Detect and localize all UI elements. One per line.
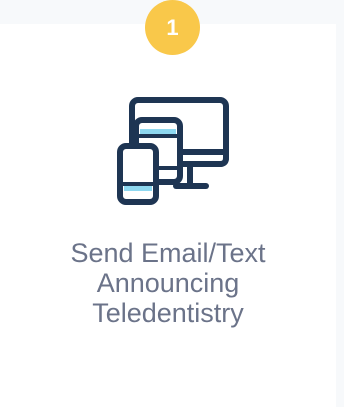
step-title-line-2: Announcing <box>96 268 240 298</box>
devices-icon <box>102 92 242 216</box>
step-number-badge: 1 <box>145 0 200 55</box>
step-title-line-1: Send Email/Text <box>70 238 266 268</box>
step-number: 1 <box>166 14 179 40</box>
step-title-line-3: Teledentistry <box>92 298 244 328</box>
step-title: Send Email/Text Announcing Teledentistry <box>0 238 336 328</box>
